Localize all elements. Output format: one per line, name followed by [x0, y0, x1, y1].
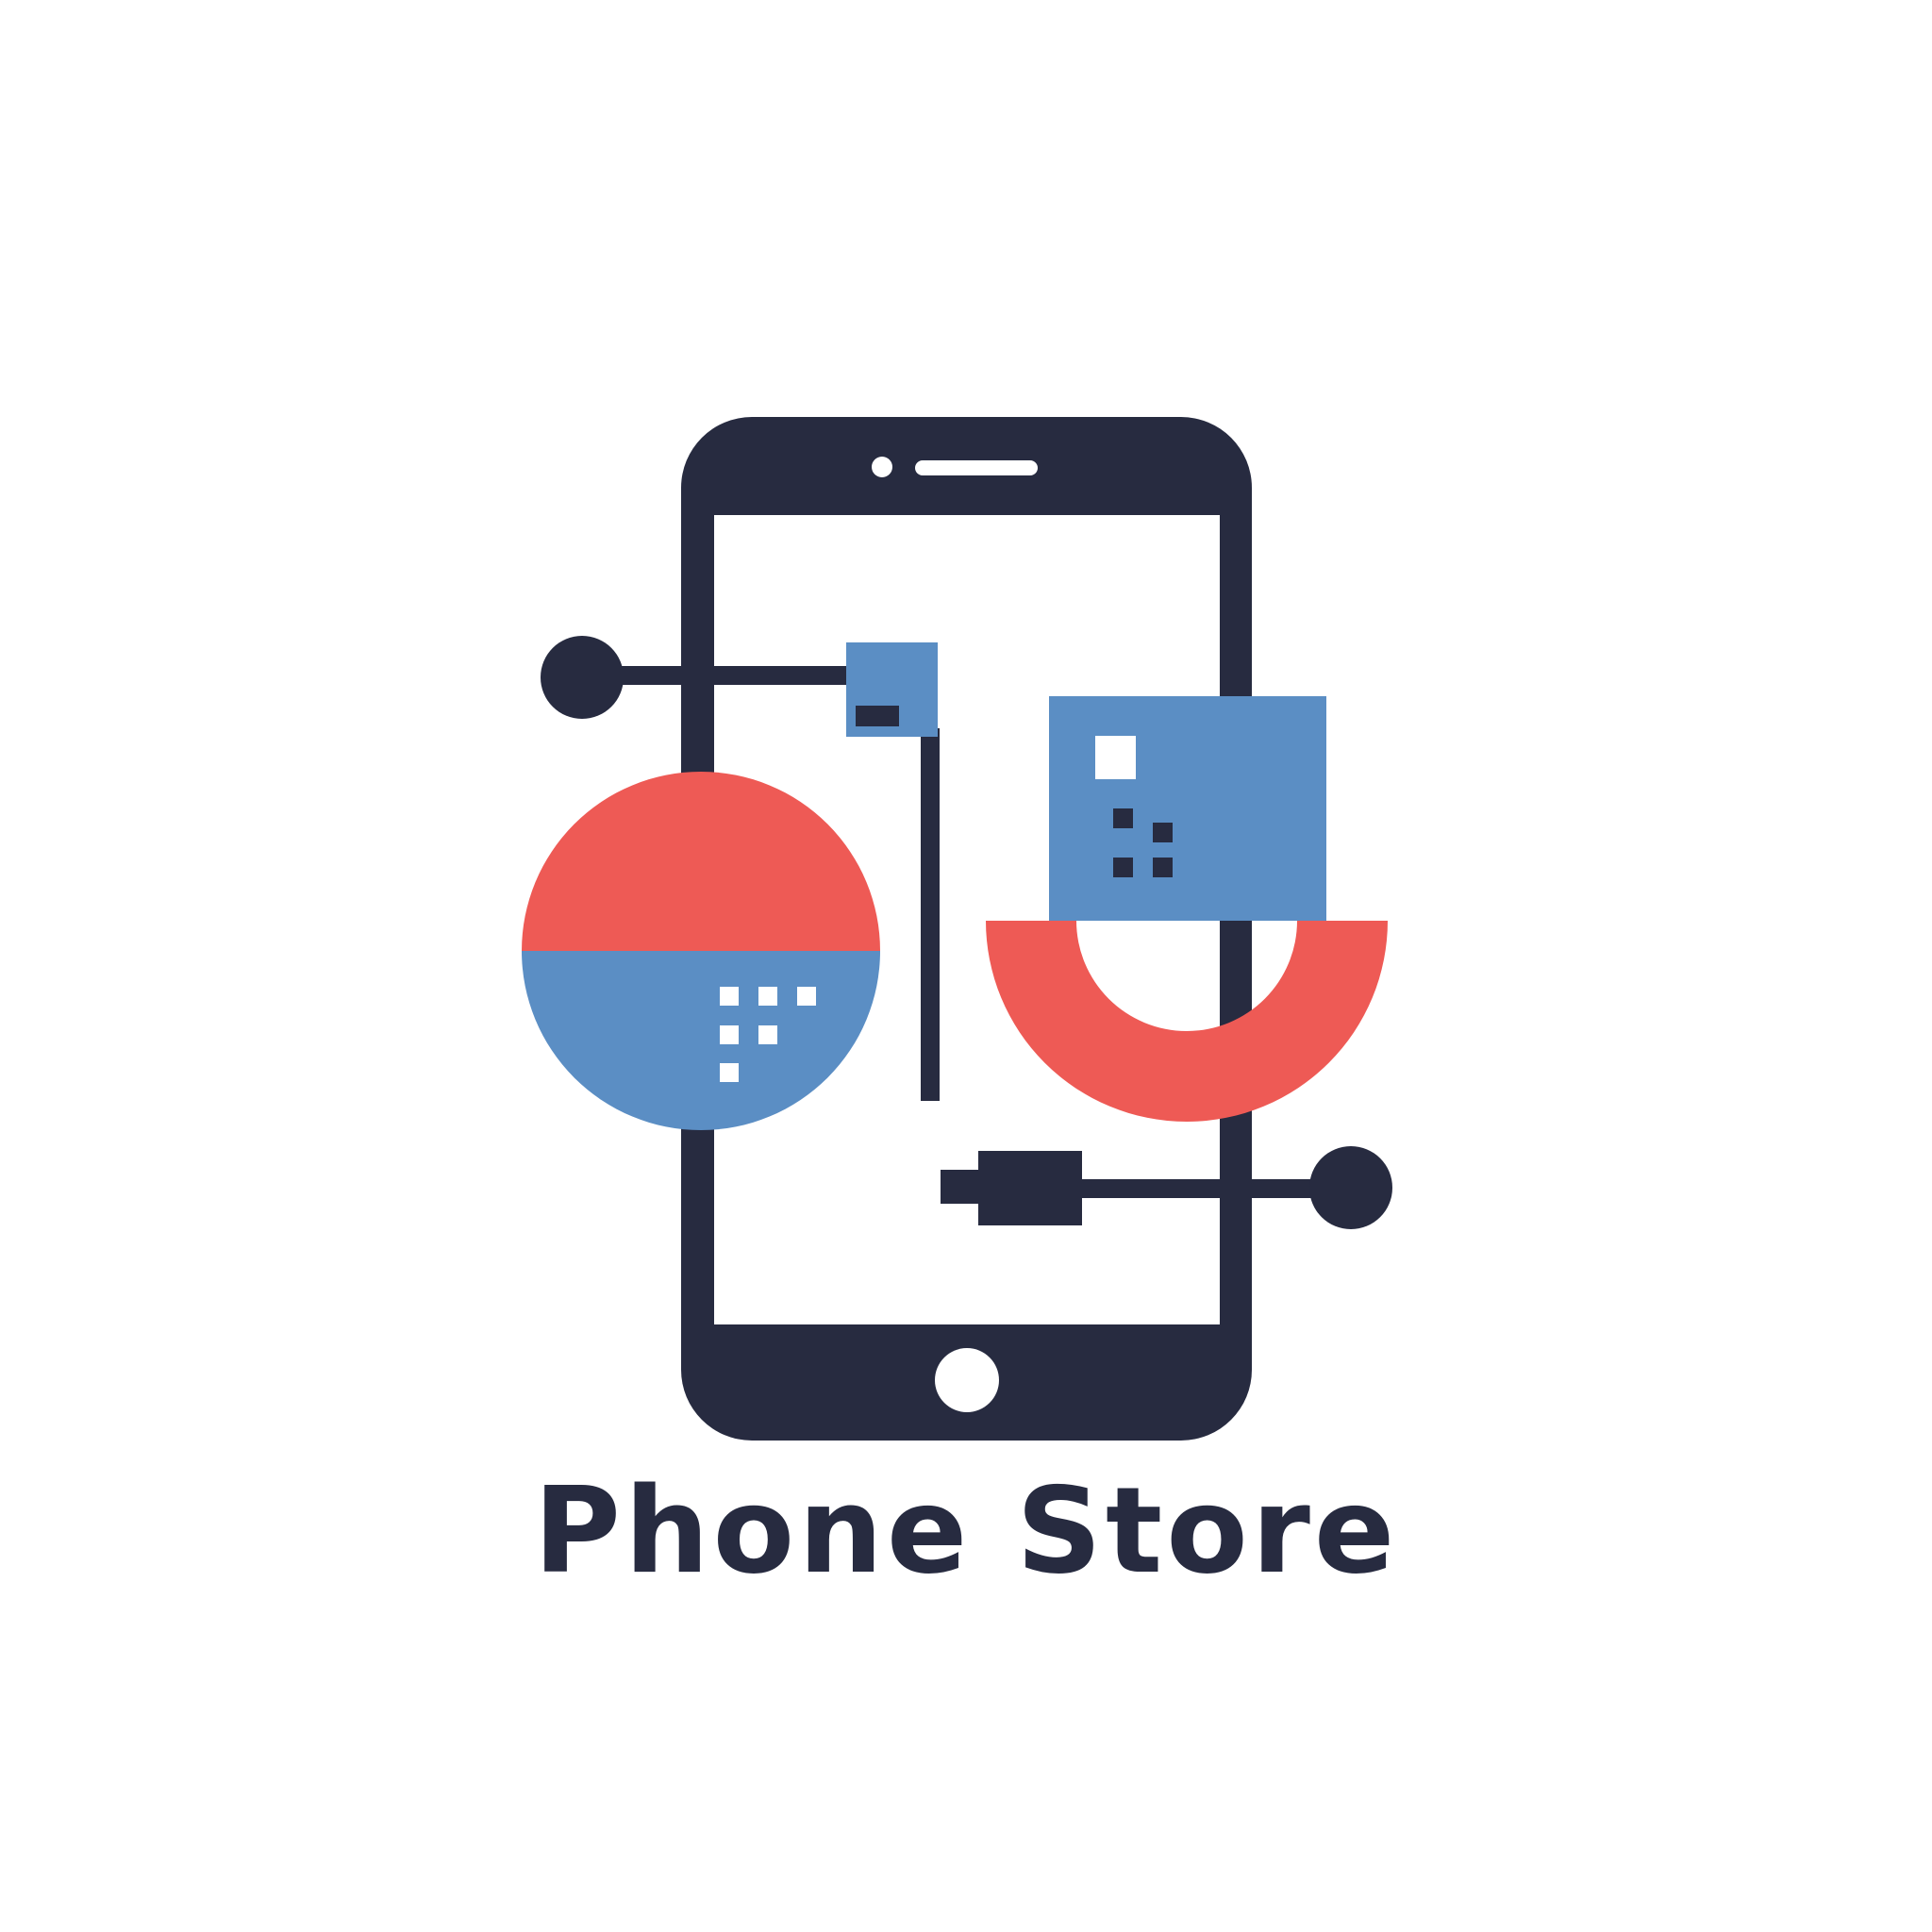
cable-wire [1080, 1179, 1311, 1198]
home-button-icon [935, 1348, 999, 1412]
circuit-wire-top [714, 666, 846, 685]
speaker-slot [915, 460, 1038, 475]
chip-small-pad [856, 706, 899, 726]
brand-name: Phone Store [533, 1461, 1399, 1600]
circuit-node-left [541, 636, 624, 719]
chip-large-body [1049, 696, 1326, 921]
plug-body [978, 1151, 1082, 1225]
chip-large-window [1095, 736, 1136, 779]
plug-tip [941, 1170, 980, 1204]
chip-icon-small [846, 642, 938, 737]
circuit-wire-vertical [921, 728, 940, 1101]
sphere-icon [522, 772, 880, 1130]
circuit-node-right [1309, 1146, 1392, 1229]
front-camera-icon [872, 457, 892, 477]
phone-store-logo-icon [522, 417, 1392, 1441]
